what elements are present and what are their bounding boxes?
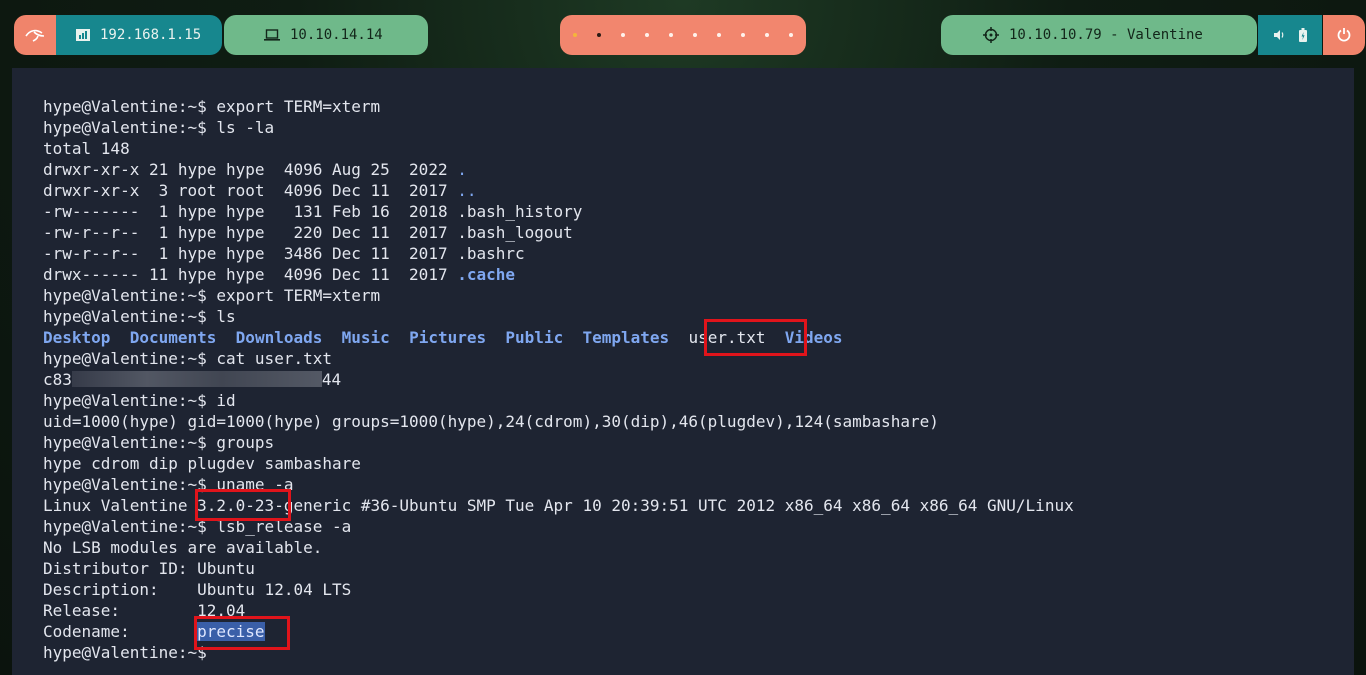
terminal-line: hype@Valentine:~$ groups [43,432,1074,453]
terminal-text: drwxr-xr-x 3 root root 4096 Dec 11 2017 [43,181,458,200]
terminal-line: -rw-r--r-- 1 hype hype 3486 Dec 11 2017 … [43,243,1074,264]
dir-link: . [457,160,467,179]
network-icon [76,29,90,41]
workspace-6[interactable] [693,33,697,37]
terminal-line: hype@Valentine:~$ ls [43,306,1074,327]
highlight-user-txt [704,319,807,356]
terminal-text: hype@Valentine:~$ export TERM=xterm [43,97,381,116]
prompt: hype@Valentine:~$ [43,643,207,662]
hash-end: 44 [321,370,342,389]
kali-menu-button[interactable] [14,15,56,55]
terminal-line: drwxr-xr-x 3 root root 4096 Dec 11 2017 … [43,180,1074,201]
terminal-text: hype cdrom dip plugdev sambashare [43,454,361,473]
terminal-line: uid=1000(hype) gid=1000(hype) groups=100… [43,411,1074,432]
terminal-line: hype cdrom dip plugdev sambashare [43,453,1074,474]
workspace-5[interactable] [669,33,673,37]
vpn-ip-text: 10.10.14.14 [290,27,383,43]
hash-start: c83 [43,370,72,389]
vpn-ip-widget[interactable]: 10.10.14.14 [224,15,428,55]
workspace-switcher[interactable] [560,15,806,55]
terminal-text: hype@Valentine:~$ id [43,391,236,410]
terminal-line: c83 44 [43,369,1074,390]
kali-dragon-icon [25,29,45,42]
target-text: 10.10.10.79 - Valentine [1009,27,1203,43]
terminal-output: hype@Valentine:~$ export TERM=xterm hype@… [43,96,1074,663]
power-button[interactable] [1323,15,1365,55]
terminal-text: total 148 [43,139,130,158]
highlight-codename [194,616,290,650]
workspace-10[interactable] [789,33,793,37]
highlight-kernel-version [195,489,291,521]
terminal-text: -rw-r--r-- 1 hype hype 3486 Dec 11 2017 … [43,244,525,263]
terminal-text: hype@Valentine:~$ ls [43,307,236,326]
terminal-window[interactable]: hype@Valentine:~$ export TERM=xterm hype@… [12,68,1354,675]
workspace-1[interactable] [573,33,577,37]
terminal-text: hype@Valentine:~$ ls -la [43,118,275,137]
terminal-line: -rw------- 1 hype hype 131 Feb 16 2018 .… [43,201,1074,222]
codename-label: Codename: [43,622,198,641]
terminal-line: No LSB modules are available. [43,537,1074,558]
terminal-text: Description: Ubuntu 12.04 LTS [43,580,352,599]
terminal-line: hype@Valentine:~$ cat user.txt [43,348,1074,369]
terminal-line: total 148 [43,138,1074,159]
dir-link: .. [457,181,477,200]
crosshair-icon [983,27,999,43]
terminal-text: hype@Valentine:~$ groups [43,433,275,452]
system-tray[interactable] [1258,15,1322,55]
workspace-9[interactable] [765,33,769,37]
workspace-3[interactable] [621,33,625,37]
terminal-line: hype@Valentine:~$ export TERM=xterm [43,285,1074,306]
terminal-line: drwxr-xr-x 21 hype hype 4096 Aug 25 2022… [43,159,1074,180]
terminal-text: hype@Valentine:~$ cat user.txt [43,349,332,368]
laptop-icon [264,29,280,41]
terminal-line: hype@Valentine:~$ id [43,390,1074,411]
terminal-text: Distributor ID: Ubuntu [43,559,255,578]
target-widget[interactable]: 10.10.10.79 - Valentine [941,15,1257,55]
terminal-line: hype@Valentine:~$ export TERM=xterm [43,96,1074,117]
terminal-text: -rw------- 1 hype hype 131 Feb 16 2018 .… [43,202,583,221]
terminal-line: -rw-r--r-- 1 hype hype 220 Dec 11 2017 .… [43,222,1074,243]
dir-name: .cache [457,265,516,284]
volume-icon[interactable] [1273,29,1285,41]
dir-name: Public [505,328,564,347]
dir-name: Documents [129,328,217,347]
terminal-text: -rw-r--r-- 1 hype hype 220 Dec 11 2017 .… [43,223,573,242]
local-ip-widget[interactable]: 192.168.1.15 [56,15,222,55]
terminal-text: uid=1000(hype) gid=1000(hype) groups=100… [43,412,939,431]
terminal-text: drwx------ 11 hype hype 4096 Dec 11 2017 [43,265,458,284]
workspace-7[interactable] [717,33,721,37]
dir-name: Music [341,328,390,347]
battery-icon[interactable] [1299,28,1307,42]
dir-name: Desktop [43,328,111,347]
local-ip-text: 192.168.1.15 [100,27,202,43]
terminal-line: Distributor ID: Ubuntu [43,558,1074,579]
terminal-line: Desktop Documents Downloads Music Pictur… [43,327,1074,348]
workspace-4[interactable] [645,33,649,37]
terminal-text: No LSB modules are available. [43,538,323,557]
dir-name: Pictures [409,328,487,347]
terminal-line: drwx------ 11 hype hype 4096 Dec 11 2017… [43,264,1074,285]
terminal-line: hype@Valentine:~$ ls -la [43,117,1074,138]
terminal-line: Description: Ubuntu 12.04 LTS [43,579,1074,600]
dir-name: Downloads [235,328,323,347]
terminal-text: hype@Valentine:~$ export TERM=xterm [43,286,381,305]
workspace-8[interactable] [741,33,745,37]
dir-name: Templates [582,328,670,347]
redacted-hash [71,371,322,387]
terminal-text: drwxr-xr-x 21 hype hype 4096 Aug 25 2022 [43,160,458,179]
power-icon [1337,28,1351,42]
workspace-2[interactable] [597,33,601,37]
